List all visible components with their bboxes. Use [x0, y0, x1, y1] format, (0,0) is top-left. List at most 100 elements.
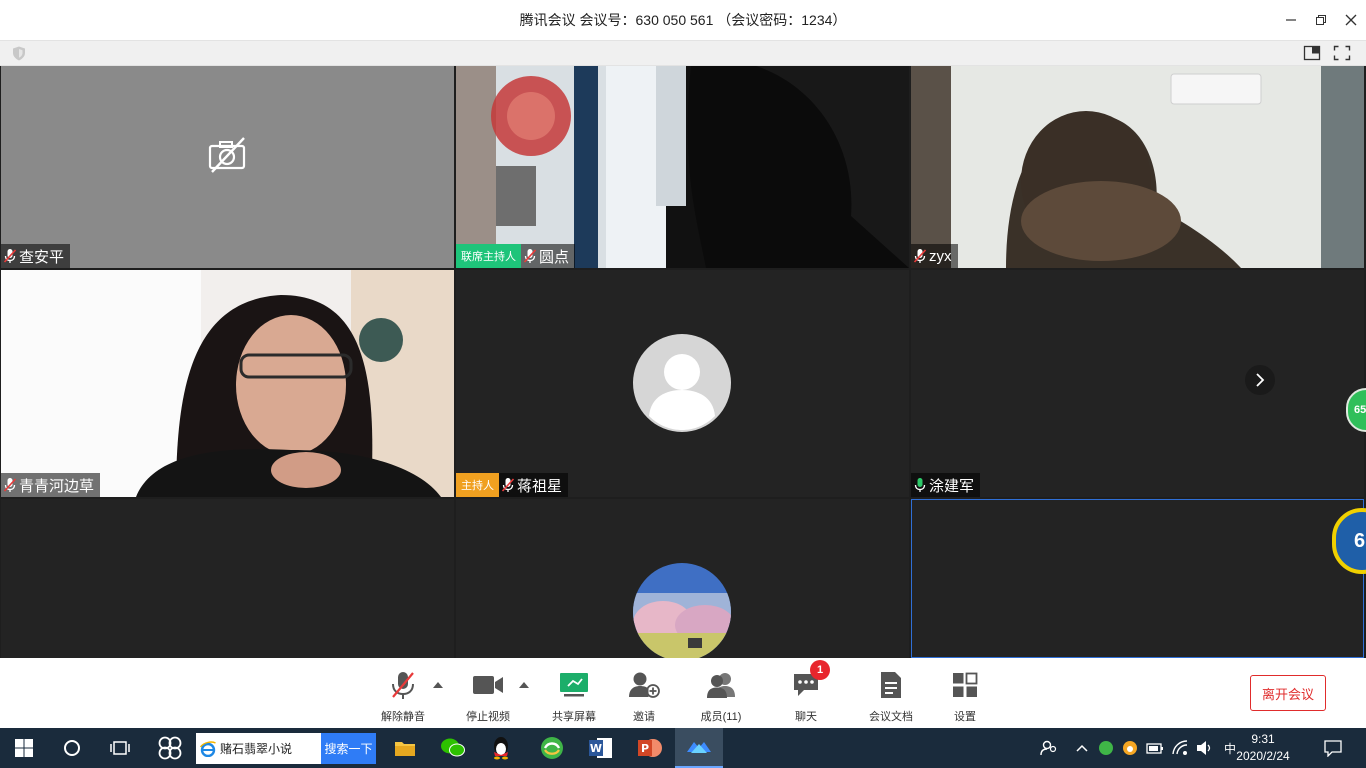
stop-video-button[interactable]: 停止视频 — [453, 668, 523, 724]
ie-browser-icon — [200, 740, 216, 757]
restore-icon — [1316, 15, 1326, 25]
pinwheel-app[interactable] — [146, 728, 194, 768]
settings-button[interactable]: 设置 — [930, 668, 1000, 724]
mic-active-icon — [914, 478, 926, 492]
layout-toggle-icon[interactable] — [1303, 45, 1321, 61]
cortana-button[interactable] — [48, 728, 96, 768]
people-icon[interactable] — [1040, 739, 1058, 757]
video-tile[interactable]: 主持人 蒋祖星 — [456, 270, 909, 497]
qq-app[interactable] — [477, 728, 525, 768]
share-screen-button[interactable]: 共享屏幕 — [539, 668, 609, 724]
notifications-button[interactable] — [1318, 728, 1348, 768]
chevron-right-icon — [1256, 373, 1265, 387]
file-explorer-app[interactable] — [381, 728, 429, 768]
minimize-button[interactable] — [1276, 0, 1306, 40]
document-icon — [881, 672, 901, 698]
participant-nametag: 联席主持人 圆点 — [456, 244, 576, 268]
qq-penguin-icon — [494, 737, 508, 760]
wechat-icon — [441, 738, 465, 757]
taskbar-search[interactable]: 赌石翡翠小说 搜索一下 — [196, 733, 376, 764]
participant-name: 查安平 — [19, 248, 65, 266]
chat-unread-badge: 1 — [810, 660, 830, 680]
chat-button[interactable]: 1 聊天 — [771, 660, 841, 724]
mic-muted-icon — [3, 249, 17, 263]
next-page-button[interactable] — [1245, 365, 1275, 395]
video-tile[interactable]: 查安平 — [1, 66, 454, 268]
participant-name: zyx — [929, 247, 952, 265]
mic-muted-icon — [913, 249, 927, 263]
tencent-meeting-app[interactable] — [675, 728, 723, 768]
participant-name: 圆点 — [539, 248, 570, 266]
restore-button[interactable] — [1306, 0, 1336, 40]
browser-360-app[interactable] — [528, 728, 576, 768]
battery-icon[interactable] — [1146, 741, 1164, 755]
participant-name: 青青河边草 — [19, 477, 95, 495]
browser-360-icon — [541, 737, 563, 759]
system-tray: 中 — [1040, 728, 1236, 768]
audio-options-caret-icon[interactable] — [433, 682, 443, 688]
task-view-button[interactable] — [96, 728, 144, 768]
fullscreen-icon[interactable] — [1333, 45, 1351, 61]
video-tile[interactable]: 涂建军 — [911, 270, 1364, 497]
volume-icon[interactable] — [1196, 740, 1214, 756]
participant-nametag: 主持人 蒋祖星 — [456, 473, 569, 497]
video-tile[interactable] — [1, 499, 454, 658]
wifi-icon[interactable] — [1172, 740, 1190, 756]
unmute-button[interactable]: 解除静音 — [368, 668, 438, 724]
video-tile[interactable]: 青青河边草 — [1, 270, 454, 497]
tencent-meeting-icon — [687, 742, 711, 753]
svg-text:P: P — [641, 742, 649, 755]
tray-360-icon[interactable] — [1098, 740, 1114, 756]
folder-icon — [395, 742, 415, 756]
meeting-docs-button[interactable]: 会议文档 — [856, 668, 926, 724]
word-icon: W — [589, 738, 612, 758]
video-grid: 查安平 联席主持人 圆点 zyx 青青河边草 主持人 蒋祖星 涂建军 65 6 — [0, 66, 1366, 658]
close-button[interactable] — [1336, 0, 1366, 40]
search-button[interactable]: 搜索一下 — [321, 733, 376, 764]
video-options-caret-icon[interactable] — [519, 682, 529, 688]
close-icon — [1345, 14, 1357, 26]
word-app[interactable]: W — [577, 728, 625, 768]
powerpoint-app[interactable]: P — [626, 728, 674, 768]
co-host-badge: 联席主持人 — [456, 244, 521, 268]
share-screen-icon — [560, 673, 588, 697]
taskbar-clock[interactable]: 9:31 2020/2/24 — [1226, 730, 1300, 766]
tray-orange-icon[interactable] — [1122, 740, 1138, 756]
host-badge: 主持人 — [456, 473, 499, 497]
meeting-toolbar: 解除静音 停止视频 共享屏幕 邀请 成员(11) 1 聊天 会议文档 设置 离开… — [0, 658, 1366, 728]
participant-name: 蒋祖星 — [517, 477, 563, 495]
video-tile[interactable] — [911, 499, 1364, 658]
task-view-icon — [110, 741, 130, 755]
window-controls — [1276, 0, 1366, 40]
user-photo-avatar — [633, 563, 731, 658]
mic-muted-icon — [392, 672, 414, 699]
participant-nametag: 青青河边草 — [1, 473, 101, 497]
leave-meeting-button[interactable]: 离开会议 — [1250, 675, 1326, 711]
add-user-icon — [629, 672, 660, 698]
shield-icon[interactable] — [12, 46, 26, 61]
video-tile[interactable] — [456, 499, 909, 658]
notification-icon — [1324, 740, 1342, 757]
mic-muted-icon — [523, 249, 537, 263]
video-feed — [456, 66, 909, 268]
pinwheel-icon — [158, 736, 182, 760]
video-camera-icon — [473, 676, 503, 694]
minimize-icon — [1286, 19, 1296, 21]
members-button[interactable]: 成员(11) — [686, 668, 756, 724]
svg-text:W: W — [590, 742, 602, 755]
start-button[interactable] — [0, 728, 48, 768]
video-feed — [911, 66, 1364, 268]
participant-nametag: zyx — [911, 244, 958, 268]
video-tile[interactable]: 联席主持人 圆点 — [456, 66, 909, 268]
title-bar: 腾讯会议 会议号：630 050 561 （会议密码：1234） — [0, 0, 1366, 40]
invite-button[interactable]: 邀请 — [609, 668, 679, 724]
wechat-app[interactable] — [429, 728, 477, 768]
os-taskbar: 赌石翡翠小说 搜索一下 W P 中 9:31 2020/2/24 — [0, 728, 1366, 768]
search-text: 赌石翡翠小说 — [220, 742, 293, 756]
mic-muted-icon — [501, 478, 515, 492]
meeting-info-bar — [0, 40, 1366, 66]
video-tile[interactable]: zyx — [911, 66, 1364, 268]
windows-logo-icon — [15, 739, 33, 757]
chevron-up-icon[interactable] — [1076, 744, 1088, 752]
mic-muted-icon — [3, 478, 17, 492]
